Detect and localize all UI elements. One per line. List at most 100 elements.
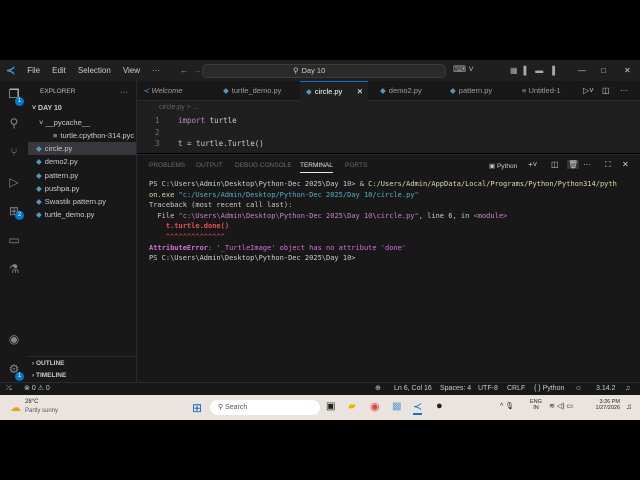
app-icon[interactable]: ● bbox=[436, 400, 443, 412]
python-file-icon: ◆ bbox=[36, 171, 42, 180]
new-terminal-button[interactable]: +˅ bbox=[528, 160, 537, 169]
remote-explorer-icon[interactable]: ▭ bbox=[7, 233, 21, 247]
terminal-shell-selector[interactable]: ▣ Python bbox=[489, 162, 517, 170]
python-file-icon: ◆ bbox=[36, 184, 42, 193]
close-icon[interactable]: ✕ bbox=[624, 66, 631, 75]
maximize-icon[interactable]: □ bbox=[601, 66, 606, 75]
run-python-button[interactable]: ▷˅ bbox=[583, 86, 594, 95]
python-file-icon: ◆ bbox=[450, 86, 456, 95]
editor-more-button[interactable]: ··· bbox=[620, 86, 628, 95]
vscode-taskbar-icon[interactable]: ≺ bbox=[413, 400, 423, 415]
language-mode[interactable]: { } Python bbox=[534, 383, 564, 395]
task-view-icon[interactable]: ▣ bbox=[326, 401, 335, 412]
windows-start-icon[interactable]: ⊞ bbox=[192, 401, 202, 415]
keyword: import bbox=[178, 116, 206, 125]
split-editor-icon[interactable]: ◫ bbox=[602, 86, 610, 95]
tab-circle[interactable]: ◆ circle.py ✕ bbox=[300, 81, 368, 101]
tab-problems[interactable]: PROBLEMS bbox=[149, 162, 185, 169]
tab-debug-console[interactable]: DEBUG CONSOLE bbox=[235, 162, 292, 169]
tab-demo2[interactable]: ◆ demo2.py bbox=[374, 81, 444, 101]
indentation[interactable]: Spaces: 4 bbox=[440, 383, 471, 395]
tab-terminal[interactable]: TERMINAL bbox=[300, 162, 333, 173]
close-panel-icon[interactable]: ✕ bbox=[622, 160, 629, 169]
tree-item-turtle-demo[interactable]: ◆ turtle_demo.py bbox=[28, 208, 136, 221]
python-file-icon: ◆ bbox=[380, 86, 386, 95]
folder-day-10[interactable]: ˅ DAY 10 bbox=[28, 102, 136, 115]
tray-chevron-icon[interactable]: ^ 🎙 bbox=[500, 402, 514, 410]
tab-pattern[interactable]: ◆ pattern.py bbox=[444, 81, 516, 101]
taskbar-search[interactable]: ⚲ Search bbox=[210, 400, 320, 415]
terminal-text: <module> bbox=[473, 211, 508, 220]
network-volume-battery-icons[interactable]: ≋ ◁) ▭ bbox=[549, 402, 573, 410]
photos-app-icon[interactable]: ▩ bbox=[392, 401, 401, 412]
chrome-icon[interactable]: ◉ bbox=[370, 400, 380, 413]
activity-bar: ❐ 1 ⚲ ⑂ ▷ ⊞ 2 ▭ ⚗ ◉ ⚙ 1 bbox=[0, 81, 28, 382]
explorer-more-button[interactable]: ··· bbox=[120, 85, 132, 98]
kill-terminal-trash-icon[interactable]: 🗑 bbox=[567, 160, 580, 169]
search-icon[interactable]: ⚲ bbox=[7, 116, 21, 130]
tab-label: pattern.py bbox=[458, 86, 493, 95]
terminal-text: : '_TurtleImage' object has no attribute… bbox=[208, 243, 407, 252]
clock[interactable]: 3:26 PM 1/27/2026 bbox=[590, 399, 620, 411]
language-indicator[interactable]: ENG IN bbox=[530, 399, 542, 411]
menu-selection[interactable]: Selection bbox=[72, 66, 117, 75]
run-debug-icon[interactable]: ▷ bbox=[7, 175, 21, 189]
code-editor[interactable]: circle.py > ... 1 import turtle 2 3 t = … bbox=[137, 101, 640, 153]
terminal-output[interactable]: PS C:\Users\Admin\Desktop\Python-Dec 202… bbox=[149, 179, 617, 264]
command-center-search[interactable]: ⚲ Day 10 bbox=[202, 64, 446, 78]
copilot-status-icon[interactable]: ☺ bbox=[575, 383, 582, 395]
line-ending[interactable]: CRLF bbox=[507, 383, 525, 395]
tree-item-circle[interactable]: ◆ circle.py bbox=[28, 142, 136, 155]
minimize-icon[interactable]: — bbox=[578, 66, 586, 75]
problems-status[interactable]: ⊗ 0 ⚠ 0 bbox=[24, 383, 50, 395]
testing-icon[interactable]: ⚗ bbox=[7, 262, 21, 276]
maximize-panel-icon[interactable]: ⛶ bbox=[605, 160, 611, 170]
error-count: 0 bbox=[31, 385, 36, 392]
remote-icon[interactable]: ⤯ bbox=[6, 383, 12, 395]
tree-item-pycache[interactable]: ˅ __pycache__ bbox=[28, 116, 136, 129]
menu-more[interactable]: ··· bbox=[146, 66, 166, 75]
python-version[interactable]: 3.14.2 bbox=[596, 383, 615, 395]
source-control-icon[interactable]: ⑂ bbox=[7, 145, 21, 159]
explorer-sidebar: EXPLORER ··· ˅ DAY 10 ˅ __pycache__ ≡ tur… bbox=[28, 81, 137, 382]
timeline-section[interactable]: › TIMELINE bbox=[28, 369, 136, 382]
code-line: t = turtle.Turtle() bbox=[178, 139, 264, 148]
line-number: 2 bbox=[155, 128, 160, 137]
weather-icon[interactable]: ☁ bbox=[10, 401, 21, 414]
tab-untitled[interactable]: ≡ Untitled-1 bbox=[516, 81, 578, 101]
back-arrow-icon[interactable]: ← bbox=[180, 66, 188, 75]
tab-close-icon[interactable]: ✕ bbox=[357, 82, 363, 102]
layout-icons[interactable]: ▦▌▬▐ bbox=[510, 66, 561, 75]
outline-section[interactable]: › OUTLINE bbox=[28, 356, 136, 369]
zoom-icon[interactable]: ⊕ bbox=[375, 383, 381, 395]
terminal-text: on.exe bbox=[149, 190, 179, 199]
split-terminal-icon[interactable]: ◫ bbox=[551, 160, 559, 169]
tree-item-pushpa[interactable]: ◆ pushpa.py bbox=[28, 182, 136, 195]
file-explorer-icon[interactable]: ▰ bbox=[348, 401, 356, 412]
tab-welcome[interactable]: ≺ Welcome bbox=[137, 81, 217, 101]
forward-arrow-icon[interactable]: → bbox=[194, 66, 202, 75]
python-file-icon: ◆ bbox=[306, 87, 312, 96]
tab-output[interactable]: OUTPUT bbox=[196, 162, 223, 169]
notification-icon[interactable]: ♫ bbox=[626, 402, 632, 411]
breadcrumb[interactable]: circle.py > ... bbox=[159, 104, 198, 111]
menu-edit[interactable]: Edit bbox=[46, 66, 72, 75]
notifications-bell-icon[interactable]: ♫ bbox=[625, 383, 630, 395]
terminal-text: AttributeError bbox=[149, 243, 209, 252]
tree-item-pyc[interactable]: ≡ turtle.cpython-314.pyc bbox=[28, 129, 136, 142]
terminal-more-button[interactable]: ··· bbox=[583, 160, 591, 169]
account-icon[interactable]: ◉ bbox=[7, 332, 21, 346]
tree-item-swastik[interactable]: ◆ Swastik pattern.py bbox=[28, 195, 136, 208]
copilot-icon[interactable]: ⌨ ˅ bbox=[453, 64, 474, 75]
tab-turtle-demo[interactable]: ◆ turtle_demo.py bbox=[217, 81, 300, 101]
terminal-text: t.turtle.done() bbox=[149, 222, 230, 231]
menu-view[interactable]: View bbox=[117, 66, 146, 75]
cursor-position[interactable]: Ln 6, Col 16 bbox=[394, 383, 432, 395]
tree-item-label: pushpa.py bbox=[44, 184, 80, 193]
tree-item-demo2[interactable]: ◆ demo2.py bbox=[28, 155, 136, 168]
tab-ports[interactable]: PORTS bbox=[345, 162, 367, 169]
menu-file[interactable]: File bbox=[21, 66, 46, 75]
encoding[interactable]: UTF-8 bbox=[478, 383, 498, 395]
tree-item-pattern[interactable]: ◆ pattern.py bbox=[28, 169, 136, 182]
python-file-icon: ◆ bbox=[223, 86, 229, 95]
